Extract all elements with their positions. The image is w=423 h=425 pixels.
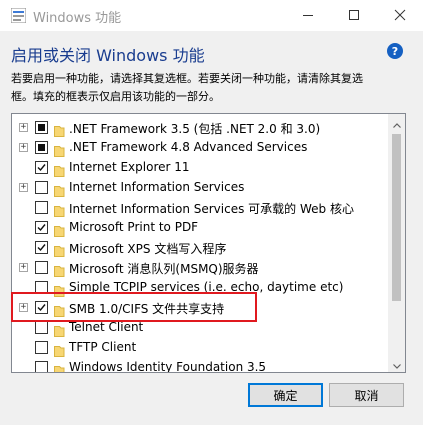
- folder-icon: [54, 162, 70, 177]
- feature-row[interactable]: Windows Identity Foundation 3.5: [12, 358, 392, 373]
- description-line-2: 框。填充的框表示仅启用该功能的一部分。: [11, 90, 220, 103]
- description: 若要启用一种功能，请选择其复选框。若要关闭一种功能，请清除其复选 框。填充的框表…: [11, 70, 416, 106]
- close-button[interactable]: [377, 0, 423, 31]
- feature-label: SMB 1.0/CIFS 文件共享支持: [69, 302, 225, 316]
- folder-icon: [54, 242, 70, 257]
- folder-icon: [54, 362, 70, 372]
- feature-label: .NET Framework 4.8 Advanced Services: [69, 140, 308, 154]
- close-icon: [394, 6, 406, 25]
- vertical-scrollbar[interactable]: [388, 114, 405, 372]
- folder-icon: [54, 302, 70, 317]
- scroll-up-button[interactable]: [388, 114, 405, 131]
- feature-label: Telnet Client: [69, 320, 144, 334]
- feature-checkbox[interactable]: [35, 361, 48, 372]
- feature-label: Microsoft Print to PDF: [69, 220, 199, 234]
- maximize-icon: [348, 6, 360, 25]
- feature-checkbox[interactable]: [35, 281, 48, 294]
- feature-label: TFTP Client: [69, 340, 137, 354]
- feature-checkbox[interactable]: [35, 201, 48, 214]
- folder-icon: [54, 342, 70, 357]
- feature-row[interactable]: Microsoft Print to PDF: [12, 218, 392, 238]
- folder-icon: [54, 222, 70, 237]
- feature-checkbox[interactable]: [35, 321, 48, 334]
- expand-icon[interactable]: +: [19, 123, 28, 132]
- feature-checkbox[interactable]: [35, 341, 48, 354]
- feature-row[interactable]: Internet Information Services 可承载的 Web 核…: [12, 198, 392, 218]
- feature-row[interactable]: + Internet Information Services: [12, 178, 392, 198]
- feature-label: Microsoft 消息队列(MSMQ)服务器: [69, 262, 259, 276]
- scroll-thumb[interactable]: [392, 134, 401, 301]
- expand-icon[interactable]: +: [19, 143, 28, 152]
- feature-row[interactable]: TFTP Client: [12, 338, 392, 358]
- expand-icon[interactable]: +: [19, 183, 28, 192]
- maximize-button[interactable]: [331, 0, 377, 31]
- feature-row[interactable]: Microsoft XPS 文档写入程序: [12, 238, 392, 258]
- windows-features-icon: [10, 7, 27, 24]
- minimize-button[interactable]: [285, 0, 331, 31]
- title-bar: Windows 功能: [0, 0, 423, 31]
- folder-icon: [54, 142, 70, 157]
- folder-icon: [54, 322, 70, 337]
- folder-icon: [54, 122, 70, 137]
- folder-icon: [54, 182, 70, 197]
- folder-icon: [54, 202, 70, 217]
- feature-checkbox[interactable]: [35, 241, 48, 254]
- page-title: 启用或关闭 Windows 功能: [11, 46, 205, 65]
- feature-row[interactable]: Telnet Client: [12, 318, 392, 338]
- minimize-icon: [302, 6, 314, 25]
- chevron-down-icon: [392, 354, 401, 372]
- ok-button[interactable]: 确定: [248, 383, 323, 407]
- feature-label: Internet Information Services: [69, 180, 245, 194]
- feature-label: Internet Information Services 可承载的 Web 核…: [69, 202, 354, 216]
- scroll-down-button[interactable]: [388, 355, 405, 372]
- feature-row[interactable]: + Microsoft 消息队列(MSMQ)服务器: [12, 258, 392, 278]
- expand-icon[interactable]: +: [19, 303, 28, 312]
- feature-tree[interactable]: + .NET Framework 3.5 (包括 .NET 2.0 和 3.0) +…: [11, 113, 406, 373]
- feature-label: Microsoft XPS 文档写入程序: [69, 242, 227, 256]
- feature-label: Simple TCPIP services (i.e. echo, daytim…: [69, 280, 344, 294]
- feature-row[interactable]: Internet Explorer 11: [12, 158, 392, 178]
- feature-checkbox[interactable]: [35, 221, 48, 234]
- feature-label: .NET Framework 3.5 (包括 .NET 2.0 和 3.0): [69, 122, 321, 136]
- feature-checkbox[interactable]: [35, 301, 48, 314]
- folder-icon: [54, 262, 70, 277]
- feature-checkbox[interactable]: [35, 141, 48, 154]
- window-title: Windows 功能: [33, 11, 122, 26]
- folder-icon: [54, 282, 70, 297]
- feature-checkbox[interactable]: [35, 121, 48, 134]
- feature-row[interactable]: + .NET Framework 4.8 Advanced Services: [12, 138, 392, 158]
- expand-icon[interactable]: +: [19, 263, 28, 272]
- feature-row[interactable]: + SMB 1.0/CIFS 文件共享支持: [12, 298, 392, 318]
- feature-checkbox[interactable]: [35, 261, 48, 274]
- feature-label: Windows Identity Foundation 3.5: [69, 360, 267, 373]
- description-line-1: 若要启用一种功能，请选择其复选框。若要关闭一种功能，请清除其复选: [11, 72, 363, 85]
- feature-label: Internet Explorer 11: [69, 160, 190, 174]
- feature-row[interactable]: + .NET Framework 3.5 (包括 .NET 2.0 和 3.0): [12, 118, 392, 138]
- feature-checkbox[interactable]: [35, 181, 48, 194]
- feature-checkbox[interactable]: [35, 161, 48, 174]
- cancel-button[interactable]: 取消: [329, 383, 404, 407]
- chevron-up-icon: [392, 114, 401, 132]
- feature-row[interactable]: Simple TCPIP services (i.e. echo, daytim…: [12, 278, 392, 298]
- help-icon[interactable]: ?: [387, 43, 403, 59]
